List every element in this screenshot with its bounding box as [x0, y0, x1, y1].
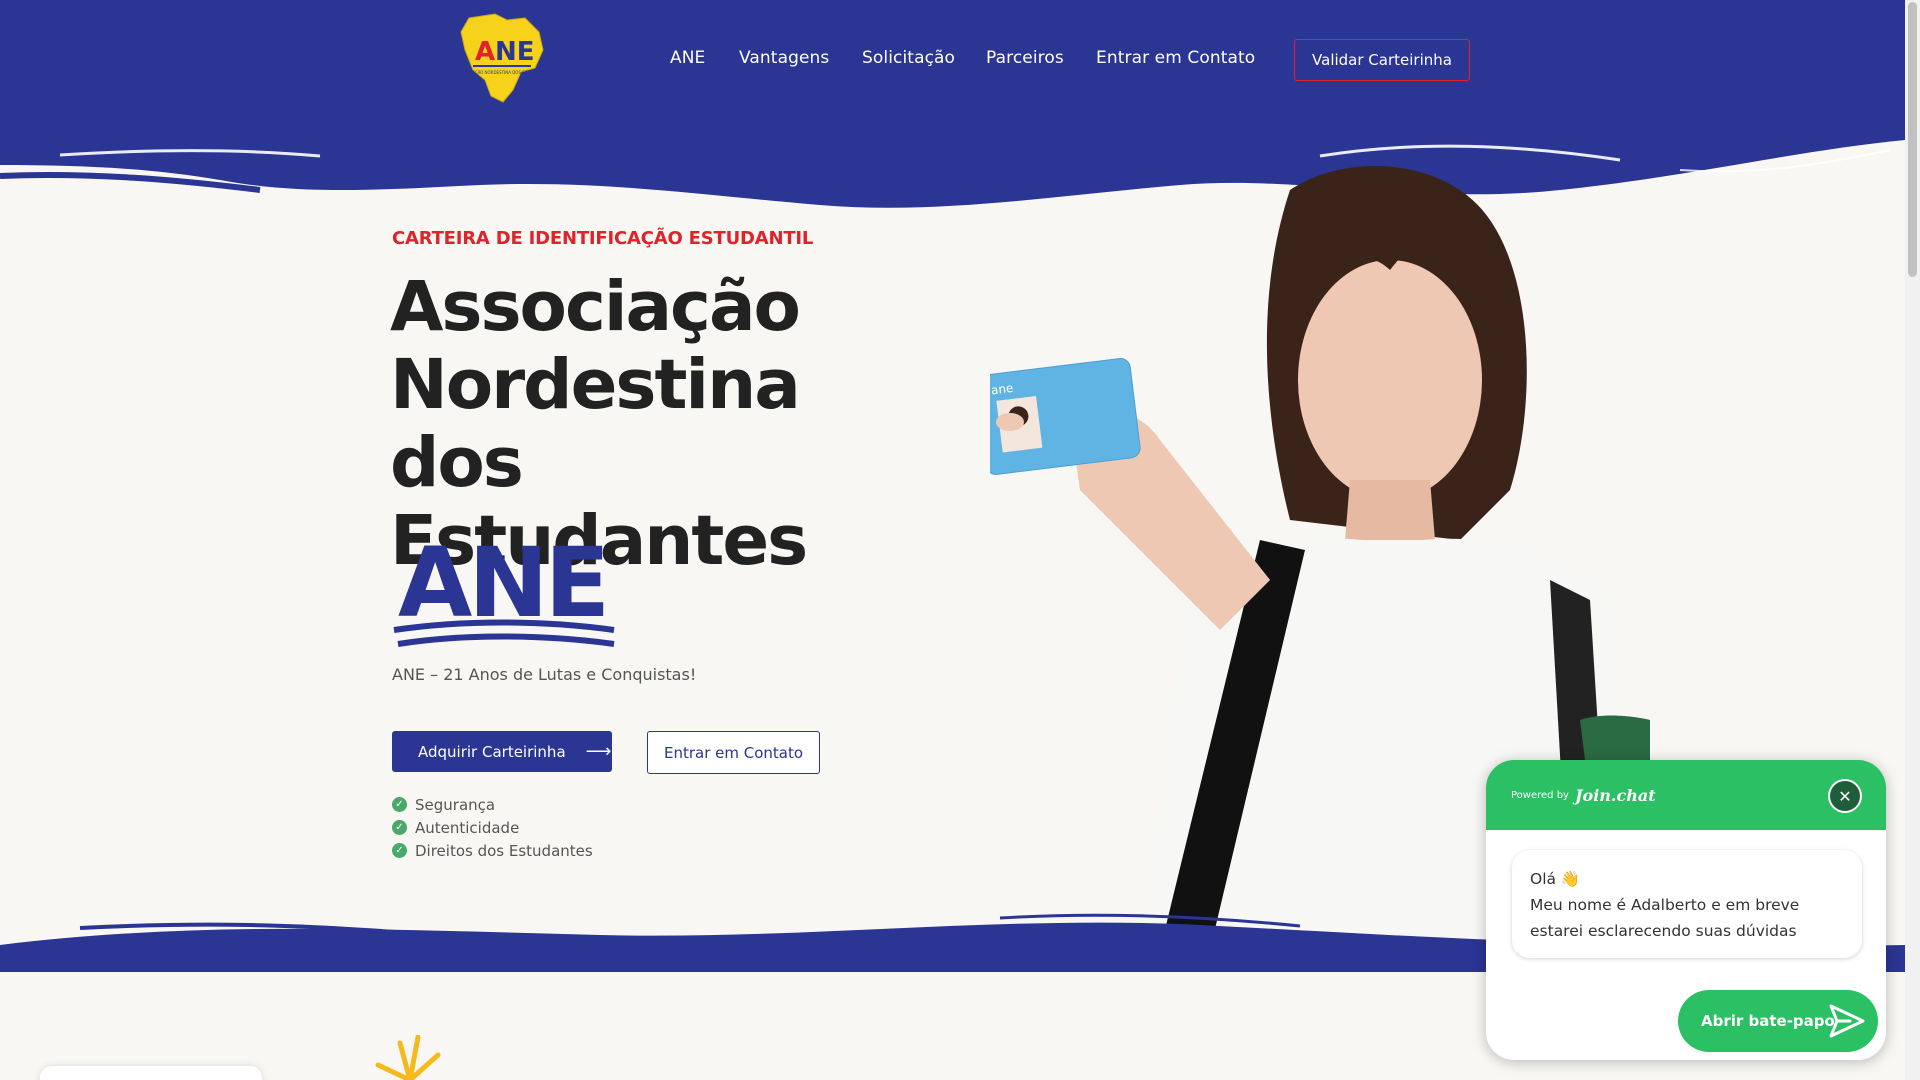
hero-tagline: ANE – 21 Anos de Lutas e Conquistas! — [392, 665, 697, 684]
floating-card — [40, 1066, 262, 1080]
nav-item-ane[interactable]: ANE — [670, 48, 705, 68]
check-circle-icon: ✓ — [392, 797, 407, 812]
nav-item-solicitacao[interactable]: Solicitação — [862, 48, 955, 68]
chat-greeting: Olá 👋 — [1530, 870, 1581, 888]
send-icon — [1829, 1004, 1865, 1038]
powered-by-label: Powered by — [1511, 789, 1569, 801]
chat-message-bubble: Olá 👋 Meu nome é Adalberto e em breve es… — [1512, 850, 1862, 958]
nav-item-entrar-em-contato[interactable]: Entrar em Contato — [1096, 48, 1255, 68]
chat-header: Powered by Join.chat ✕ — [1486, 760, 1886, 830]
list-item: ✓ Segurança — [392, 793, 593, 816]
chat-message: Meu nome é Adalberto e em breve estarei … — [1530, 896, 1800, 940]
feature-list: ✓ Segurança ✓ Autenticidade ✓ Direitos d… — [392, 793, 593, 862]
svg-text:NE: NE — [495, 37, 535, 67]
hero-eyebrow: CARTEIRA DE IDENTIFICAÇÃO ESTUDANTIL — [392, 228, 814, 249]
hero-title-line: Associação — [390, 267, 801, 347]
adquirir-carteirinha-label: Adquirir Carteirinha — [418, 742, 566, 761]
abrir-bate-papo-button[interactable]: Abrir bate-papo — [1678, 990, 1878, 1052]
card-brand: ane — [990, 381, 1014, 398]
list-item: ✓ Direitos dos Estudantes — [392, 839, 593, 862]
feature-label: Direitos dos Estudantes — [415, 841, 593, 860]
scrollbar-thumb[interactable] — [1908, 2, 1917, 277]
logo-subtext: ASSOCIAÇÃO NORDESTINA DOS ESTUDANTES — [457, 70, 549, 75]
arrow-right-icon: ⟶ — [585, 741, 612, 762]
validar-carteirinha-button[interactable]: Validar Carteirinha — [1294, 39, 1470, 81]
joinchat-brand: Join.chat — [1574, 785, 1656, 805]
feature-label: Autenticidade — [415, 818, 520, 837]
abrir-bate-papo-label: Abrir bate-papo — [1701, 1012, 1835, 1030]
nav-item-parceiros[interactable]: Parceiros — [986, 48, 1064, 68]
hero-title-line: Nordestina dos — [390, 345, 801, 503]
list-item: ✓ Autenticidade — [392, 816, 593, 839]
ane-wordmark: ANE — [392, 520, 622, 652]
nav-item-vantagens[interactable]: Vantagens — [739, 48, 829, 68]
page-scrollbar[interactable] — [1905, 0, 1920, 1080]
svg-text:A: A — [475, 37, 495, 67]
sunburst-decoration — [370, 1034, 450, 1080]
adquirir-carteirinha-button[interactable]: Adquirir Carteirinha ⟶ — [392, 731, 612, 772]
chat-close-button[interactable]: ✕ — [1828, 779, 1862, 813]
chat-widget: Powered by Join.chat ✕ Olá 👋 Meu nome é … — [1486, 760, 1886, 1060]
ane-logo[interactable]: A NE ASSOCIAÇÃO NORDESTINA DOS ESTUDANTE… — [455, 10, 551, 106]
feature-label: Segurança — [415, 795, 496, 814]
close-icon: ✕ — [1830, 781, 1860, 811]
entrar-em-contato-button[interactable]: Entrar em Contato — [647, 731, 820, 774]
check-circle-icon: ✓ — [392, 843, 407, 858]
check-circle-icon: ✓ — [392, 820, 407, 835]
